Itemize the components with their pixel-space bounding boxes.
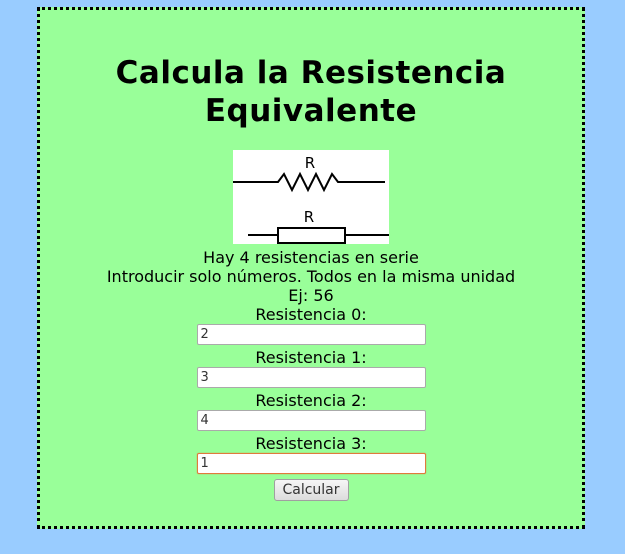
resistance-3-label: Resistencia 3: (255, 434, 367, 453)
resistance-0-input[interactable] (196, 324, 426, 345)
zigzag-resistor-icon (233, 171, 385, 193)
title-line-2: Equivalente (204, 93, 418, 129)
title-line-1: Calcula la Resistencia (115, 55, 507, 91)
resistor-label-top: R (305, 154, 315, 172)
calculator-panel: Calcula la Resistencia Equivalente R R H… (37, 7, 585, 529)
resistance-1-input[interactable] (196, 367, 426, 388)
page-title: Calcula la Resistencia Equivalente (40, 54, 582, 130)
calculate-button[interactable]: Calcular (273, 479, 349, 501)
resistor-diagram: R R (233, 154, 389, 244)
instruction-text: Introducir solo números. Todos en la mis… (106, 267, 516, 286)
series-count-text: Hay 4 resistencias en serie (203, 248, 419, 267)
resistance-2-input[interactable] (196, 410, 426, 431)
example-text: Ej: 56 (288, 286, 334, 305)
box-resistor-icon (277, 227, 346, 244)
resistor-label-bottom: R (304, 208, 314, 226)
resistance-2-label: Resistencia 2: (255, 391, 367, 410)
resistance-1-label: Resistencia 1: (255, 348, 367, 367)
resistance-3-input[interactable] (196, 453, 426, 474)
resistor-symbols-image: R R (233, 150, 389, 244)
resistance-0-label: Resistencia 0: (255, 305, 367, 324)
